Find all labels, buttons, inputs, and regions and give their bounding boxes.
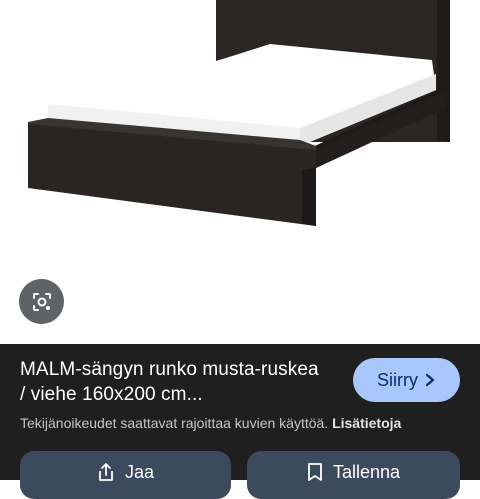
visit-button-label: Siirry — [377, 369, 418, 390]
lens-search-icon — [30, 290, 54, 314]
lens-search-button[interactable] — [19, 279, 64, 324]
bed-image — [28, 0, 450, 226]
chevron-right-icon — [424, 373, 436, 387]
bookmark-icon — [307, 462, 323, 482]
copyright-notice: Tekijänoikeudet saattavat rajoittaa kuvi… — [20, 414, 470, 432]
share-icon — [97, 462, 115, 482]
result-title[interactable]: MALM-sängyn runko musta-ruskea / viehe 1… — [20, 357, 320, 407]
save-button[interactable]: Tallenna — [247, 451, 460, 499]
result-image[interactable] — [0, 0, 480, 344]
copyright-text: Tekijänoikeudet saattavat rajoittaa kuvi… — [20, 415, 329, 431]
share-button[interactable]: Jaa — [20, 451, 231, 499]
visit-button[interactable]: Siirry — [353, 358, 460, 402]
learn-more-link[interactable]: Lisätietoja — [332, 415, 401, 431]
